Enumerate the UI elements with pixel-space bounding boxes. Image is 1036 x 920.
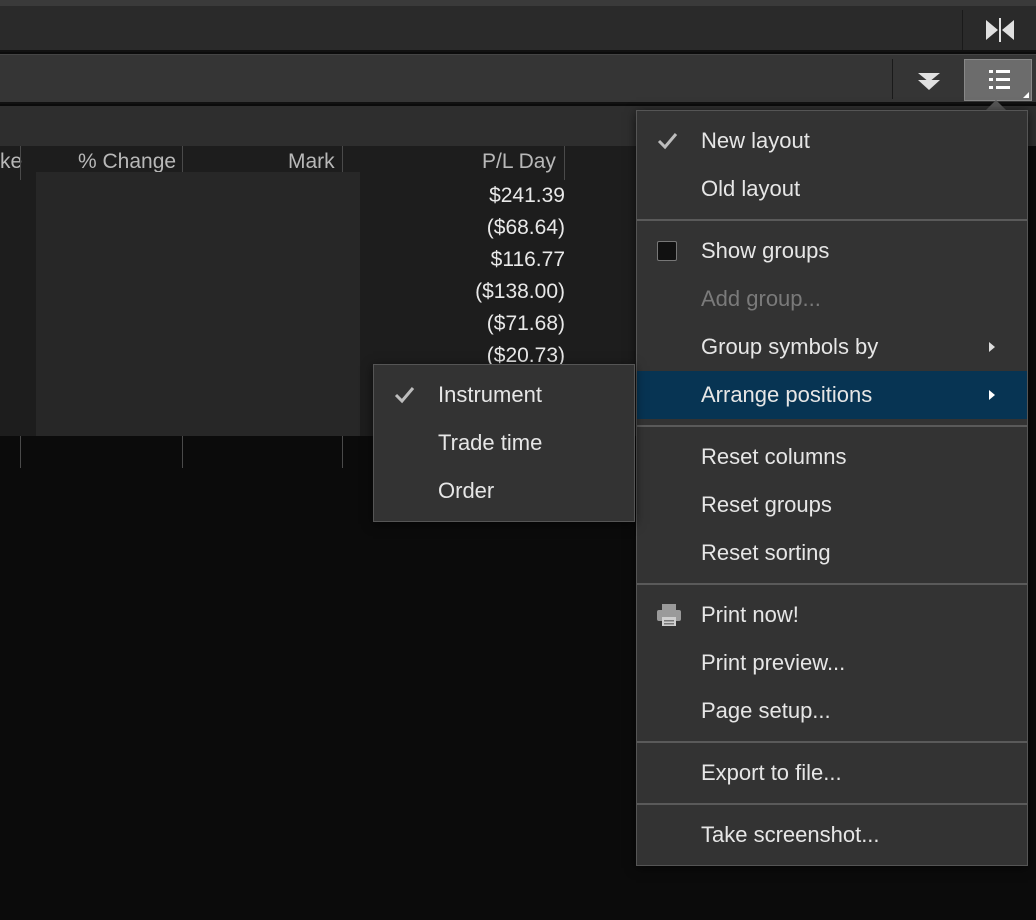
column-divider[interactable]	[564, 146, 565, 180]
menu-item-label: Arrange positions	[701, 382, 873, 407]
submenu-item-label: Trade time	[438, 430, 543, 455]
menu-item-label: Take screenshot...	[701, 822, 880, 847]
column-header-partial[interactable]: ke	[0, 150, 22, 174]
submenu-item-label: Order	[438, 478, 495, 503]
double-chevron-down-icon[interactable]	[908, 65, 950, 95]
menu-item-label: Page setup...	[701, 698, 831, 723]
menu-item-reset-columns[interactable]: Reset columns	[637, 433, 1027, 481]
menu-item-arrange-positions[interactable]: Arrange positions	[637, 371, 1027, 419]
pl-day-cell: $116.77	[490, 248, 565, 271]
top-toolbar	[0, 0, 1036, 52]
column-header-pct-change[interactable]: % Change	[78, 150, 176, 174]
arrange-positions-submenu: Instrument Trade time Order	[373, 364, 635, 522]
checkbox-icon[interactable]	[657, 241, 677, 261]
menu-item-label: Show groups	[701, 238, 830, 263]
header-divider	[892, 59, 893, 99]
menu-item-reset-sorting[interactable]: Reset sorting	[637, 529, 1027, 577]
submenu-arrow-icon	[989, 390, 995, 400]
checkmark-icon	[394, 387, 415, 404]
submenu-item-label: Instrument	[438, 382, 542, 407]
menu-item-label: Export to file...	[701, 760, 842, 785]
column-header-pl-day[interactable]: P/L Day	[482, 150, 556, 174]
list-menu-icon	[989, 70, 1010, 89]
menu-divider	[637, 583, 1027, 585]
column-divider[interactable]	[20, 146, 21, 180]
menu-item-label: Group symbols by	[701, 334, 879, 359]
menu-button[interactable]	[964, 59, 1032, 101]
menu-item-print-now[interactable]: Print now!	[637, 591, 1027, 639]
pl-day-cell: ($71.68)	[486, 312, 565, 335]
pl-day-cell: ($68.64)	[486, 216, 565, 239]
menu-divider	[637, 803, 1027, 805]
column-header-mark[interactable]: Mark	[288, 150, 335, 174]
menu-item-print-preview[interactable]: Print preview...	[637, 639, 1027, 687]
menu-item-label: Old layout	[701, 176, 801, 201]
menu-item-label: Reset columns	[701, 444, 847, 469]
collapse-horizontal-icon[interactable]	[978, 16, 1022, 44]
menu-item-label: Reset groups	[701, 492, 832, 517]
pl-day-cell: $241.39	[489, 184, 565, 207]
submenu-item-trade-time[interactable]: Trade time	[374, 419, 634, 467]
menu-item-page-setup[interactable]: Page setup...	[637, 687, 1027, 735]
menu-item-label: Print now!	[701, 602, 799, 627]
menu-pointer	[986, 100, 1006, 110]
menu-item-take-screenshot[interactable]: Take screenshot...	[637, 811, 1027, 859]
menu-item-new-layout[interactable]: New layout	[637, 117, 1027, 165]
column-divider	[20, 436, 21, 468]
checkmark-icon	[657, 133, 678, 150]
menu-item-reset-groups[interactable]: Reset groups	[637, 481, 1027, 529]
menu-item-show-groups[interactable]: Show groups	[637, 227, 1027, 275]
column-divider	[342, 436, 343, 468]
submenu-item-order[interactable]: Order	[374, 467, 634, 515]
menu-divider	[637, 741, 1027, 743]
menu-item-label: Print preview...	[701, 650, 846, 675]
menu-item-export-to-file[interactable]: Export to file...	[637, 749, 1027, 797]
panel-header	[0, 54, 1036, 104]
pl-day-cell: ($138.00)	[475, 280, 565, 303]
menu-item-old-layout[interactable]: Old layout	[637, 165, 1027, 213]
submenu-item-instrument[interactable]: Instrument	[374, 371, 634, 419]
menu-item-add-group: Add group...	[637, 275, 1027, 323]
layout-context-menu: New layout Old layout Show groups Add gr…	[636, 110, 1028, 866]
menu-item-label: New layout	[701, 128, 810, 153]
menu-item-label: Add group...	[701, 286, 821, 311]
menu-divider	[637, 425, 1027, 427]
printer-icon	[657, 604, 681, 626]
menu-item-label: Reset sorting	[701, 540, 831, 565]
menu-item-group-symbols-by[interactable]: Group symbols by	[637, 323, 1027, 371]
toolbar-divider	[962, 10, 963, 50]
column-divider	[182, 436, 183, 468]
submenu-arrow-icon	[989, 342, 995, 352]
menu-divider	[637, 219, 1027, 221]
loading-placeholder	[36, 172, 360, 438]
dropdown-corner-indicator	[1023, 92, 1029, 98]
